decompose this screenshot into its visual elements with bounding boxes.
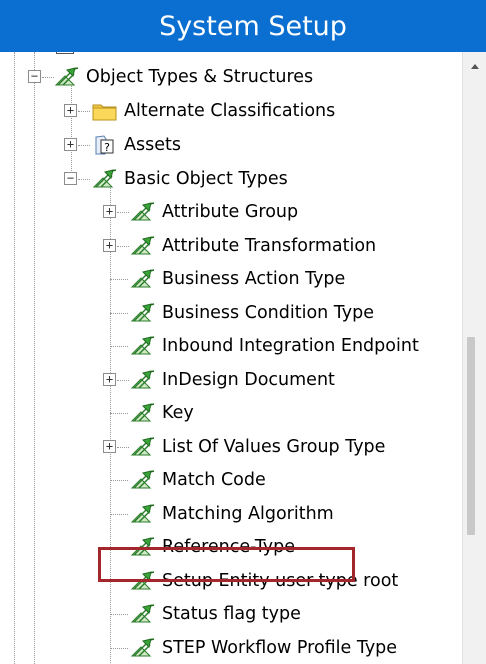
object-type-icon bbox=[54, 66, 80, 88]
tree-node-label: Assets bbox=[124, 135, 181, 155]
tree-node-label: List Of Values Group Type bbox=[162, 437, 386, 457]
tree-connector-horizontal bbox=[42, 77, 54, 78]
expand-icon[interactable]: + bbox=[103, 205, 116, 218]
tree-node-basic-object-types[interactable]: Basic Object Types bbox=[92, 163, 288, 195]
collapse-icon[interactable]: − bbox=[64, 172, 77, 185]
scrollbar-thumb[interactable] bbox=[467, 337, 475, 535]
scroll-up-arrow-icon[interactable] bbox=[463, 56, 486, 76]
window-title-bar: System Setup bbox=[0, 0, 486, 52]
tree-node-label: Attribute Transformation bbox=[162, 236, 377, 256]
object-type-icon bbox=[130, 302, 156, 324]
tree-node-label: Alternate Classifications bbox=[124, 101, 336, 121]
tree-node-label: Basic Object Types bbox=[124, 169, 288, 189]
object-type-icon bbox=[130, 201, 156, 223]
tree-connector-vertical bbox=[110, 188, 111, 664]
tree-connector-horizontal bbox=[110, 614, 128, 615]
tree-connector-vertical bbox=[34, 52, 35, 70]
object-type-icon bbox=[130, 268, 156, 290]
tree-node-key[interactable]: Key bbox=[130, 397, 194, 429]
tree-node-attribute-transformation[interactable]: Attribute Transformation bbox=[130, 230, 376, 262]
tree-node-label: Match Code bbox=[162, 470, 266, 490]
object-type-icon bbox=[130, 469, 156, 491]
tree-connector-horizontal bbox=[110, 313, 128, 314]
expand-icon[interactable]: + bbox=[103, 239, 116, 252]
vertical-scrollbar[interactable] bbox=[462, 52, 486, 664]
tree-connector-horizontal bbox=[110, 279, 128, 280]
object-type-icon bbox=[130, 503, 156, 525]
tree-node-business-condition-type[interactable]: Business Condition Type bbox=[130, 297, 374, 329]
tree-node-label: Object Types & Structures bbox=[86, 67, 314, 87]
tree-connector-horizontal bbox=[110, 346, 128, 347]
partial-tree-node bbox=[56, 52, 74, 54]
object-type-icon bbox=[130, 637, 156, 659]
tree-node-match-code[interactable]: Match Code bbox=[130, 464, 266, 496]
tree-node-attribute-group[interactable]: Attribute Group bbox=[130, 196, 298, 228]
collapse-icon[interactable]: − bbox=[28, 70, 41, 83]
tree-connector-horizontal bbox=[110, 480, 128, 481]
tree-connector-horizontal bbox=[78, 179, 90, 180]
tree-connector-vertical bbox=[14, 52, 15, 664]
asset-unknown-icon: ? bbox=[92, 134, 118, 156]
tree-connector-horizontal bbox=[110, 648, 128, 649]
expand-icon[interactable]: + bbox=[64, 138, 77, 151]
window-title: System Setup bbox=[159, 10, 347, 42]
object-type-icon bbox=[130, 603, 156, 625]
tree-connector-horizontal bbox=[117, 246, 129, 247]
tree-node-label: Business Action Type bbox=[162, 269, 346, 289]
tree-node-list-of-values-group-type[interactable]: List Of Values Group Type bbox=[130, 431, 385, 463]
tree-node-inbound-integration-endpoint[interactable]: Inbound Integration Endpoint bbox=[130, 330, 419, 362]
tree-node-label: Inbound Integration Endpoint bbox=[162, 336, 419, 356]
folder-icon bbox=[92, 100, 118, 122]
object-type-icon bbox=[92, 168, 118, 190]
object-type-icon bbox=[130, 335, 156, 357]
object-type-icon bbox=[130, 436, 156, 458]
tree-node-label: STEP Workflow Profile Type bbox=[162, 638, 398, 658]
selection-highlight bbox=[98, 547, 355, 582]
tree-node-label: Key bbox=[162, 403, 194, 423]
tree-connector-vertical bbox=[34, 52, 35, 664]
tree-connector-horizontal bbox=[78, 111, 90, 112]
tree-node-label: Status flag type bbox=[162, 604, 301, 624]
tree-node-matching-algorithm[interactable]: Matching Algorithm bbox=[130, 498, 334, 530]
expand-icon[interactable]: + bbox=[64, 104, 77, 117]
expand-icon[interactable]: + bbox=[103, 440, 116, 453]
object-type-icon bbox=[130, 369, 156, 391]
tree-connector-horizontal bbox=[117, 447, 129, 448]
tree-node-assets[interactable]: ? Assets bbox=[92, 129, 181, 161]
tree-node-object-types-structures[interactable]: Object Types & Structures bbox=[54, 61, 313, 93]
tree-connector-horizontal bbox=[117, 380, 129, 381]
tree-connector-horizontal bbox=[110, 514, 128, 515]
svg-text:?: ? bbox=[104, 141, 110, 154]
tree-node-label: InDesign Document bbox=[162, 370, 335, 390]
tree-node-status-flag-type[interactable]: Status flag type bbox=[130, 598, 301, 630]
tree-node-indesign-document[interactable]: InDesign Document bbox=[130, 364, 335, 396]
tree-connector-horizontal bbox=[110, 413, 128, 414]
expand-icon[interactable]: + bbox=[103, 373, 116, 386]
object-type-icon bbox=[130, 235, 156, 257]
tree-connector-vertical bbox=[71, 86, 72, 179]
tree-connector-horizontal bbox=[78, 145, 90, 146]
tree-connector-horizontal bbox=[117, 212, 129, 213]
tree-node-step-workflow-profile-type[interactable]: STEP Workflow Profile Type bbox=[130, 632, 397, 664]
tree-node-business-action-type[interactable]: Business Action Type bbox=[130, 263, 345, 295]
tree-node-label: Business Condition Type bbox=[162, 303, 374, 323]
object-type-icon bbox=[130, 402, 156, 424]
tree-node-alternate-classifications[interactable]: Alternate Classifications bbox=[92, 95, 335, 127]
tree-node-label: Matching Algorithm bbox=[162, 504, 334, 524]
tree-node-label: Attribute Group bbox=[162, 202, 299, 222]
